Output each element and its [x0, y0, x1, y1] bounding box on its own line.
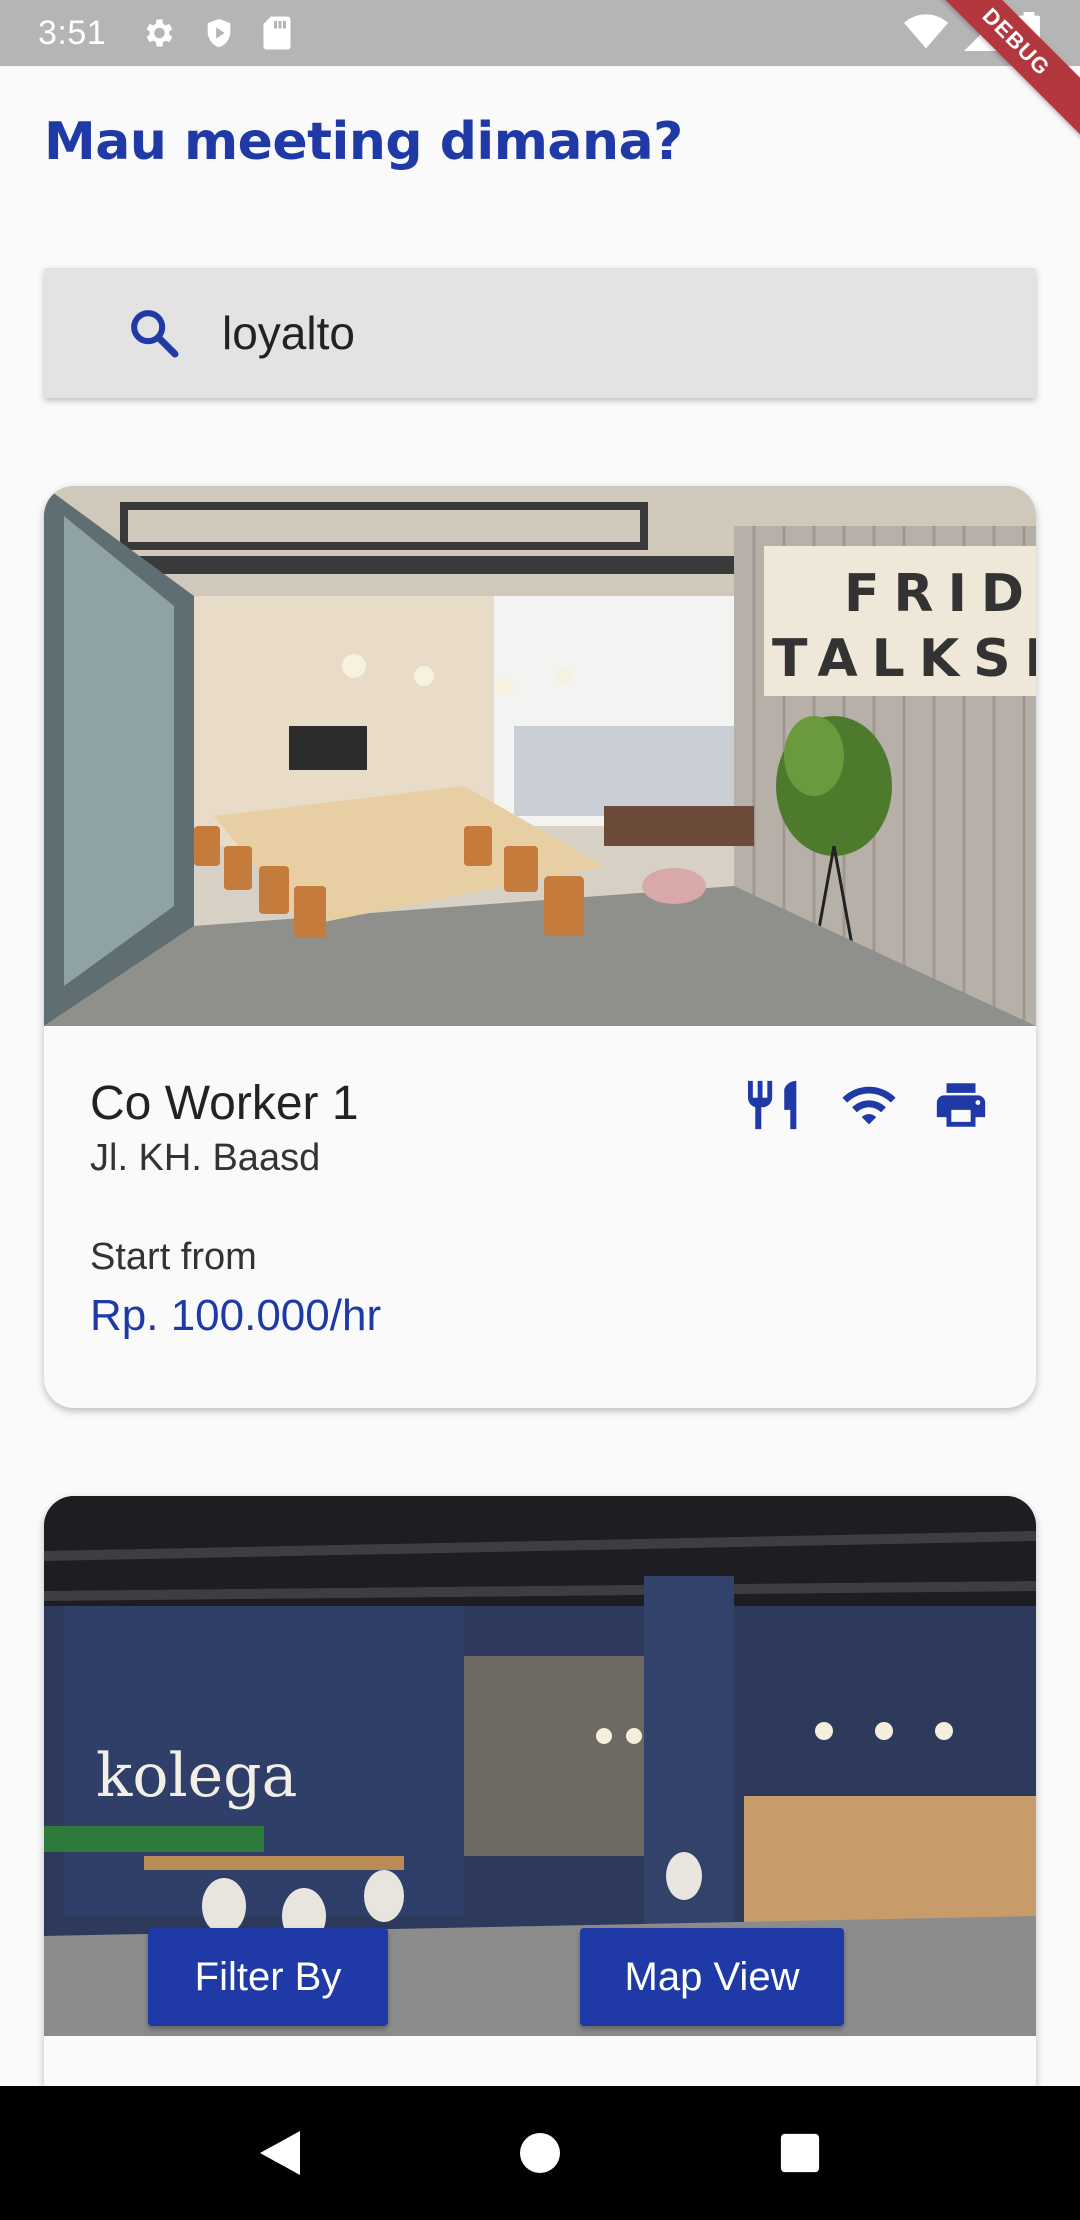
svg-text:TALKSH: TALKSH: [772, 629, 1036, 689]
map-view-button[interactable]: Map View: [580, 1928, 844, 2026]
venue-price: Rp. 100.000/hr: [90, 1291, 382, 1340]
printer-icon: [936, 1083, 986, 1127]
filter-button[interactable]: Filter By: [148, 1928, 388, 2026]
status-icons-left: [140, 15, 292, 51]
recents-button[interactable]: [770, 2123, 830, 2183]
wifi-icon: [904, 14, 948, 49]
search-icon: [131, 310, 179, 358]
venue-card[interactable]: FRID TALKSH Co Worker 1: [44, 486, 1036, 1408]
search-input[interactable]: loyalto: [44, 268, 1036, 398]
venue-address: Jl. KH. Baasd: [90, 1137, 321, 1179]
wifi-icon: [842, 1086, 896, 1125]
sd-card-icon: [263, 16, 291, 50]
gear-icon: [146, 19, 173, 47]
restaurant-icon: [748, 1080, 797, 1130]
venue-image: FRID TALKSH: [44, 486, 1036, 1026]
status-bar: 3:51 DEBUG: [0, 0, 1080, 141]
home-button[interactable]: [510, 2123, 570, 2183]
price-label: Start from: [90, 1236, 257, 1278]
page-title: Mau meeting dimana?: [44, 112, 683, 172]
venue-card-body: Co Worker 1 Jl. KH. Baasd Start from Rp.…: [44, 1026, 1036, 1341]
coworking-photo: FRID TALKSH: [44, 486, 1036, 1026]
search-value: loyalto: [222, 307, 355, 359]
recents-icon: [780, 2133, 820, 2173]
system-nav-bar: [0, 2086, 1080, 2220]
back-button[interactable]: [250, 2123, 310, 2183]
shield-play-icon: [207, 18, 231, 48]
svg-text:FRID: FRID: [844, 564, 1036, 624]
home-icon: [520, 2133, 560, 2173]
status-time: 3:51: [38, 13, 107, 52]
svg-text:kolega: kolega: [96, 1741, 297, 1811]
back-icon: [260, 2131, 300, 2175]
amenities: [748, 1076, 990, 1134]
